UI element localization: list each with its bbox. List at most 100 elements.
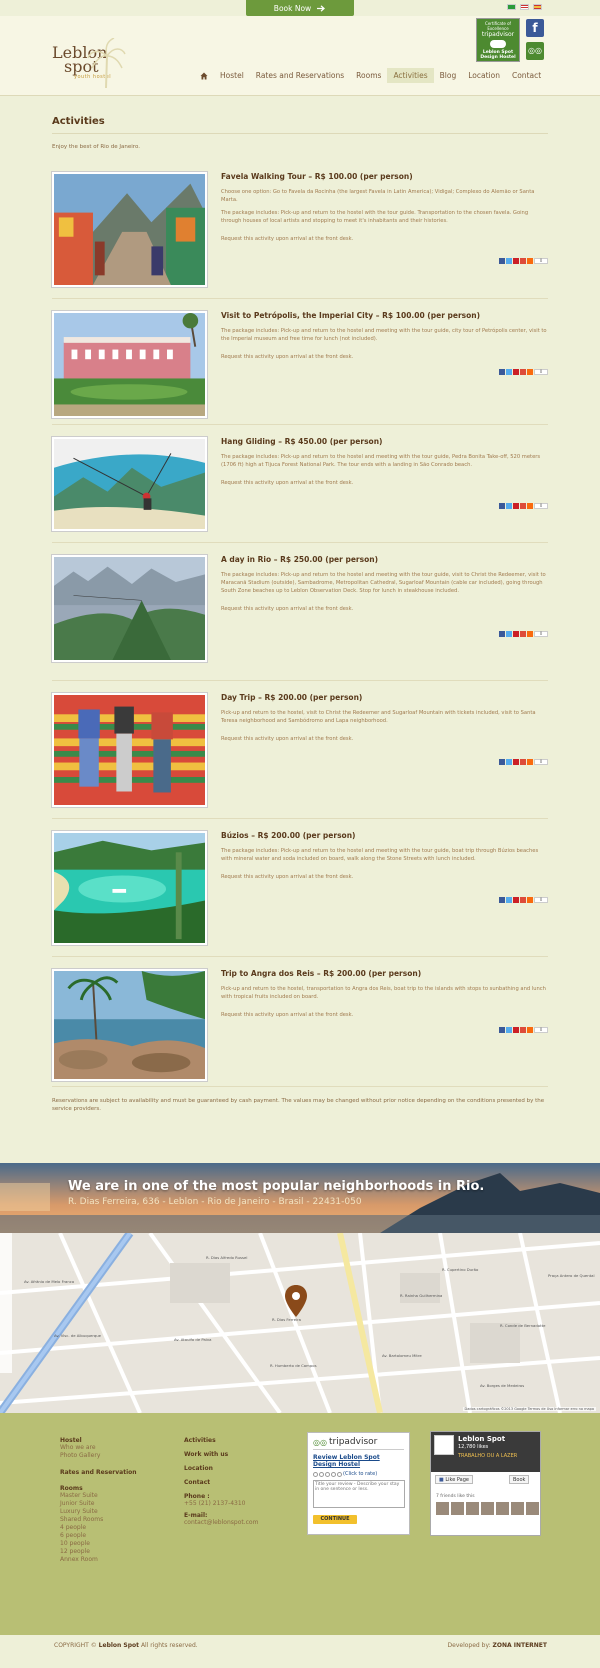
add-share-icon[interactable] — [527, 631, 533, 637]
google-plus-share-icon[interactable] — [520, 369, 526, 375]
review-title-link[interactable]: Review Leblon Spot Design Hostel — [313, 1454, 404, 1468]
add-share-icon[interactable] — [527, 759, 533, 765]
avatar[interactable] — [496, 1502, 509, 1515]
add-share-icon[interactable] — [527, 1027, 533, 1033]
site-logo[interactable]: Leblon spot youth hostel — [52, 38, 132, 96]
petropolis-photo — [52, 311, 207, 418]
facebook-like-button[interactable]: ■ Like Page — [435, 1475, 473, 1484]
footer-email[interactable]: contact@leblonspot.com — [184, 1519, 258, 1527]
pinterest-share-icon[interactable] — [513, 897, 519, 903]
nav-rooms[interactable]: Rooms — [350, 68, 387, 83]
google-plus-share-icon[interactable] — [520, 631, 526, 637]
footer-contact-link[interactable]: Contact — [184, 1479, 258, 1486]
facebook-share-icon[interactable] — [499, 759, 505, 765]
avatar[interactable] — [466, 1502, 479, 1515]
google-plus-share-icon[interactable] — [520, 897, 526, 903]
add-share-icon[interactable] — [527, 258, 533, 264]
tripadvisor-award-badge[interactable]: Certificate of Excellence tripadvisor Le… — [476, 18, 520, 62]
arrow-right-icon — [317, 4, 326, 12]
pinterest-share-icon[interactable] — [513, 759, 519, 765]
footer-rates-heading[interactable]: Rates and Reservation — [60, 1469, 137, 1476]
google-plus-share-icon[interactable] — [520, 503, 526, 509]
facebook-share-icon[interactable] — [499, 258, 505, 264]
rating-bubble-icon[interactable] — [331, 1471, 336, 1477]
flag-usa-icon[interactable] — [520, 4, 529, 10]
pinterest-share-icon[interactable] — [513, 258, 519, 264]
pinterest-share-icon[interactable] — [513, 631, 519, 637]
footer-rooms-heading[interactable]: Rooms — [60, 1485, 137, 1492]
rating-row[interactable]: (Click to rate) — [313, 1471, 404, 1477]
tripadvisor-owl-icon[interactable]: ◎◎ — [526, 42, 544, 60]
twitter-share-icon[interactable] — [506, 503, 512, 509]
google-plus-share-icon[interactable] — [520, 1027, 526, 1033]
footer-hostel-heading[interactable]: Hostel — [60, 1437, 137, 1444]
footer-link[interactable]: 12 people — [60, 1548, 137, 1556]
nav-location[interactable]: Location — [462, 68, 506, 83]
footer-link[interactable]: Junior Suite — [60, 1500, 137, 1508]
nav-blog[interactable]: Blog — [434, 68, 463, 83]
activity-info: A day in Rio – R$ 250.00 (per person) Th… — [207, 555, 548, 668]
twitter-share-icon[interactable] — [506, 258, 512, 264]
share-count: 0 — [534, 759, 548, 765]
map-pin-icon[interactable] — [285, 1285, 307, 1317]
facebook-share-icon[interactable] — [499, 1027, 505, 1033]
rating-bubble-icon[interactable] — [325, 1471, 330, 1477]
avatar[interactable] — [436, 1502, 449, 1515]
nav-rates[interactable]: Rates and Reservations — [250, 68, 350, 83]
avatar[interactable] — [451, 1502, 464, 1515]
continue-button[interactable]: CONTINUE — [313, 1515, 357, 1524]
twitter-share-icon[interactable] — [506, 1027, 512, 1033]
footer-link[interactable]: Master Suite — [60, 1492, 137, 1500]
pinterest-share-icon[interactable] — [513, 1027, 519, 1033]
location-map[interactable]: R. Dias Alfredo Russel R. Dias Ferreira … — [0, 1233, 600, 1413]
footer-link[interactable]: Photo Gallery — [60, 1452, 137, 1460]
footer-link[interactable]: 4 people — [60, 1524, 137, 1532]
avatar[interactable] — [481, 1502, 494, 1515]
footer-location-link[interactable]: Location — [184, 1465, 258, 1472]
pinterest-share-icon[interactable] — [513, 503, 519, 509]
facebook-page-avatar[interactable] — [434, 1435, 454, 1455]
facebook-book-button[interactable]: Book — [509, 1475, 530, 1484]
twitter-share-icon[interactable] — [506, 759, 512, 765]
footer-link[interactable]: 10 people — [60, 1540, 137, 1548]
google-plus-share-icon[interactable] — [520, 759, 526, 765]
nav-hostel[interactable]: Hostel — [214, 68, 250, 83]
main-nav: Hostel Rates and Reservations Rooms Acti… — [194, 68, 547, 83]
add-share-icon[interactable] — [527, 369, 533, 375]
review-input[interactable] — [313, 1480, 405, 1508]
book-now-button[interactable]: Book Now — [246, 0, 354, 16]
footer-link[interactable]: Shared Rooms — [60, 1516, 137, 1524]
facebook-icon[interactable]: f — [526, 19, 544, 37]
footer-link[interactable]: Who we are — [60, 1444, 137, 1452]
google-plus-share-icon[interactable] — [520, 258, 526, 264]
flag-spain-icon[interactable] — [533, 4, 542, 10]
facebook-share-icon[interactable] — [499, 631, 505, 637]
nav-activities[interactable]: Activities — [387, 68, 434, 83]
footer-email-label: E-mail: — [184, 1512, 208, 1519]
facebook-page-name[interactable]: Leblon Spot — [458, 1435, 505, 1443]
nav-home[interactable] — [194, 68, 214, 83]
twitter-share-icon[interactable] — [506, 369, 512, 375]
avatar[interactable] — [511, 1502, 524, 1515]
rating-bubble-icon[interactable] — [313, 1471, 318, 1477]
map-label: R. Cupertino Durão — [442, 1267, 479, 1272]
add-share-icon[interactable] — [527, 897, 533, 903]
pinterest-share-icon[interactable] — [513, 369, 519, 375]
footer-work-link[interactable]: Work with us — [184, 1451, 258, 1458]
dev-brand[interactable]: ZONA INTERNET — [493, 1642, 547, 1649]
facebook-share-icon[interactable] — [499, 897, 505, 903]
footer-link[interactable]: Luxury Suite — [60, 1508, 137, 1516]
flag-brazil-icon[interactable] — [507, 4, 516, 10]
rating-bubble-icon[interactable] — [319, 1471, 324, 1477]
facebook-share-icon[interactable] — [499, 503, 505, 509]
footer-link[interactable]: 6 people — [60, 1532, 137, 1540]
rating-bubble-icon[interactable] — [337, 1471, 342, 1477]
avatar[interactable] — [526, 1502, 539, 1515]
twitter-share-icon[interactable] — [506, 631, 512, 637]
footer-link[interactable]: Annex Room — [60, 1556, 137, 1564]
add-share-icon[interactable] — [527, 503, 533, 509]
nav-contact[interactable]: Contact — [506, 68, 547, 83]
facebook-share-icon[interactable] — [499, 369, 505, 375]
twitter-share-icon[interactable] — [506, 897, 512, 903]
footer-activities-link[interactable]: Activities — [184, 1437, 258, 1444]
